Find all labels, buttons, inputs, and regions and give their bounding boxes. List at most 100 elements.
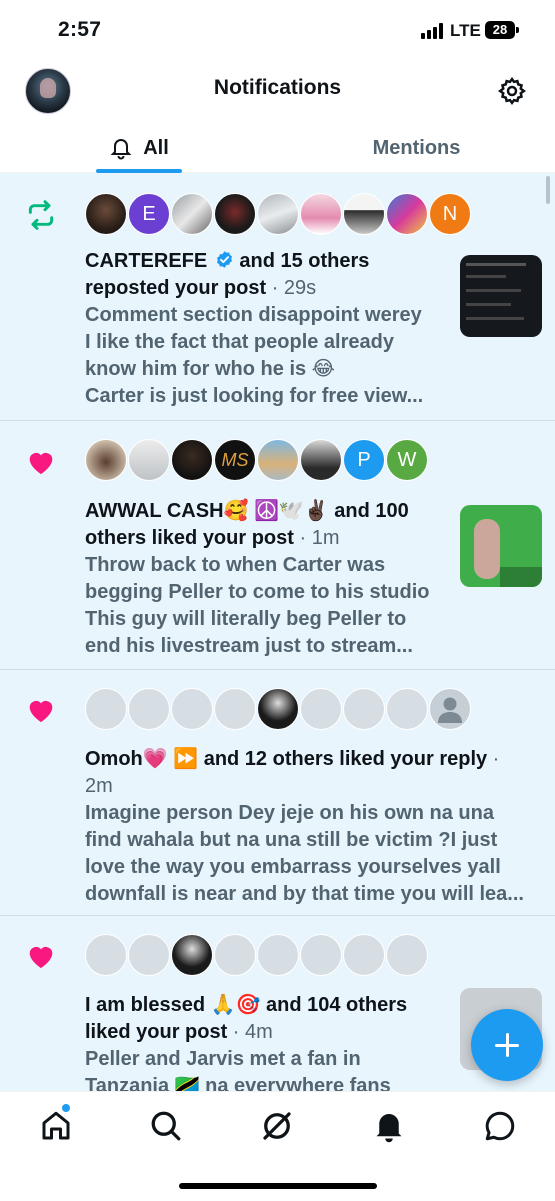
preview-line: This guy will literally beg Peller to	[85, 608, 407, 630]
avatar[interactable]	[300, 688, 342, 730]
avatar[interactable]	[171, 688, 213, 730]
page-title: Notifications	[213, 76, 342, 99]
notification-item[interactable]: Omoh💗 ⏩ and 12 others liked your reply ·…	[0, 670, 555, 916]
avatar[interactable]	[257, 193, 299, 235]
tab-mentions[interactable]: Mentions	[278, 124, 555, 172]
compose-button[interactable]	[471, 1009, 543, 1081]
preview-line: Imagine person Dey jeje on his own na un…	[85, 802, 494, 824]
verified-badge-icon	[216, 251, 232, 268]
preview-line: downfall is near and by that time you wi…	[85, 883, 524, 905]
notification-time: · 4m	[227, 1021, 273, 1043]
post-preview[interactable]: Peller and Jarvis met a fan in Tanzania …	[85, 1046, 455, 1091]
avatar[interactable]	[386, 193, 428, 235]
unread-dot	[62, 1104, 70, 1112]
actor-avatars	[85, 688, 472, 732]
post-preview[interactable]: Imagine person Dey jeje on his own na un…	[85, 800, 525, 908]
avatar[interactable]	[128, 439, 170, 481]
post-thumbnail[interactable]	[460, 505, 542, 587]
avatar[interactable]	[85, 934, 127, 976]
tab-all[interactable]: All	[0, 124, 278, 172]
avatar[interactable]	[85, 439, 127, 481]
avatar[interactable]	[85, 688, 127, 730]
battery-icon: 28	[485, 21, 519, 39]
avatar-letter: W	[397, 448, 417, 471]
preview-line: Throw back to when Carter was	[85, 554, 386, 576]
actor-name[interactable]: AWWAL CASH🥰 ☮️🕊️✌🏿	[85, 500, 329, 522]
avatar-letter: P	[357, 448, 371, 471]
heart-icon	[29, 452, 53, 474]
avatar[interactable]	[343, 688, 385, 730]
scrollbar[interactable]	[546, 176, 550, 204]
avatar[interactable]	[171, 934, 213, 976]
actor-avatars	[85, 934, 429, 978]
avatar[interactable]: MS	[214, 439, 256, 481]
notifications-bell-icon[interactable]	[371, 1108, 407, 1144]
search-icon[interactable]	[148, 1108, 184, 1144]
grok-icon[interactable]	[259, 1108, 295, 1144]
notification-text: Omoh💗 ⏩ and 12 others liked your reply ·…	[85, 746, 525, 908]
repost-icon	[28, 200, 54, 230]
actor-avatars: MS P W	[85, 439, 429, 483]
preview-line: begging Peller to come to his studio	[85, 581, 430, 603]
avatar[interactable]	[343, 193, 385, 235]
actor-name[interactable]: CARTEREFE	[85, 250, 207, 272]
notification-item[interactable]: I am blessed 🙏🎯 and 104 others liked you…	[0, 916, 555, 1091]
tab-all-label: All	[143, 136, 169, 159]
preview-line: Carter is just looking for free view...	[85, 385, 424, 407]
avatar[interactable]	[128, 688, 170, 730]
notification-item[interactable]: MS P W AWWAL CASH🥰 ☮️🕊️✌🏿 and 100 others…	[0, 421, 555, 670]
preview-line: love the way you embarrass yourselves ya…	[85, 856, 501, 878]
notification-text: AWWAL CASH🥰 ☮️🕊️✌🏿 and 100 others liked …	[85, 498, 455, 660]
home-icon[interactable]	[38, 1108, 74, 1144]
avatar[interactable]	[171, 193, 213, 235]
avatar[interactable]	[214, 193, 256, 235]
actor-name[interactable]: Omoh💗 ⏩	[85, 748, 198, 770]
notification-time: · 29s	[266, 277, 317, 299]
gear-icon[interactable]	[497, 76, 527, 106]
avatar[interactable]	[300, 439, 342, 481]
signal-icon	[421, 23, 445, 39]
avatar[interactable]: N	[429, 193, 471, 235]
battery-level: 28	[492, 22, 508, 37]
avatar[interactable]: W	[386, 439, 428, 481]
heart-icon	[29, 700, 53, 722]
avatar[interactable]	[386, 934, 428, 976]
status-time: 2:57	[58, 18, 102, 41]
messages-icon[interactable]	[482, 1108, 518, 1144]
tab-bar: All Mentions	[0, 124, 555, 173]
post-preview[interactable]: Throw back to when Carter was begging Pe…	[85, 552, 455, 660]
avatar[interactable]	[343, 934, 385, 976]
status-bar: 2:57 LTE 28	[0, 0, 555, 62]
default-avatar[interactable]	[429, 688, 471, 730]
header: Notifications All Mentions	[0, 62, 555, 173]
preview-line: Tanzania 🇹🇿 na everywhere fans	[85, 1075, 391, 1091]
notification-action: and 12 others liked your reply	[198, 748, 488, 770]
preview-line: Peller and Jarvis met a fan in	[85, 1048, 361, 1070]
notifications-feed[interactable]: E N CARTEREFE and 15 others reposted you…	[0, 173, 555, 1091]
post-preview[interactable]: Comment section disappoint werey I like …	[85, 302, 455, 410]
avatar[interactable]	[257, 439, 299, 481]
tab-mentions-label: Mentions	[372, 136, 461, 159]
notification-text: I am blessed 🙏🎯 and 104 others liked you…	[85, 992, 455, 1091]
home-indicator	[179, 1183, 377, 1189]
signature-glyph: MS	[221, 449, 249, 470]
post-thumbnail[interactable]	[460, 255, 542, 337]
avatar[interactable]	[386, 688, 428, 730]
avatar[interactable]	[214, 934, 256, 976]
notification-text: CARTEREFE and 15 others reposted your po…	[85, 248, 455, 410]
actor-name[interactable]: I am blessed 🙏🎯	[85, 994, 260, 1016]
avatar[interactable]	[85, 193, 127, 235]
avatar[interactable]	[128, 934, 170, 976]
avatar[interactable]	[171, 439, 213, 481]
avatar-letter: E	[142, 202, 156, 225]
notification-item[interactable]: E N CARTEREFE and 15 others reposted you…	[0, 173, 555, 421]
avatar[interactable]: E	[128, 193, 170, 235]
avatar-letter: N	[442, 202, 458, 225]
avatar[interactable]	[214, 688, 256, 730]
avatar[interactable]	[300, 193, 342, 235]
avatar[interactable]	[257, 688, 299, 730]
avatar[interactable]: P	[343, 439, 385, 481]
avatar[interactable]	[300, 934, 342, 976]
avatar[interactable]	[257, 934, 299, 976]
preview-line: I like the fact that people already	[85, 331, 394, 353]
